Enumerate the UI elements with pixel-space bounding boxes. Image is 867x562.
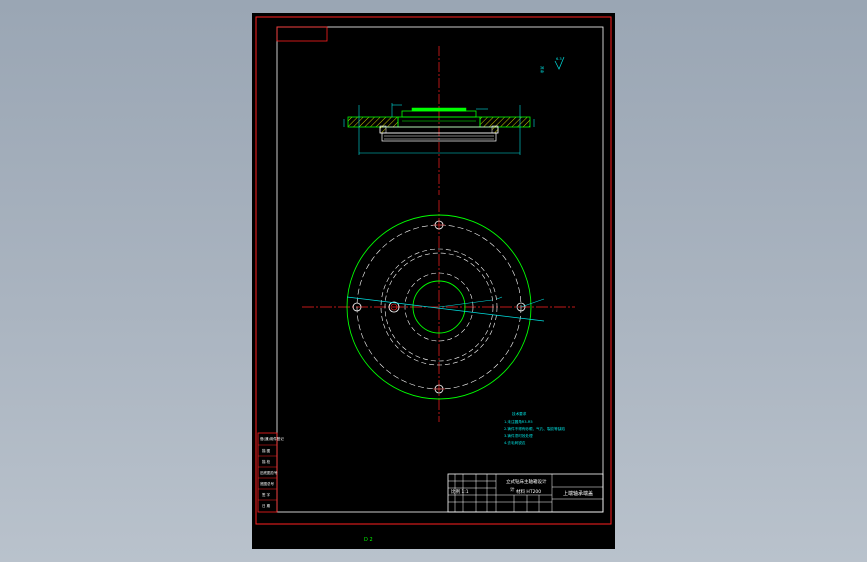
notes-line: 1.未注圆角R3-R5 <box>504 419 533 424</box>
technical-notes: 技术要求 1.未注圆角R3-R5 2.铸件不得有砂眼、气孔、裂纹等缺陷 3.铸件… <box>504 411 565 445</box>
drawing-frame <box>276 26 604 513</box>
cad-drawing: 借(通)用件登记 描 图 描 校 旧底图总号 底图总号 签 字 日 期 其余 6… <box>255 16 612 543</box>
side-stamp-label: 旧底图总号 <box>260 470 278 475</box>
title-block-project: 立式钻床主轴箱设计 <box>506 478 547 485</box>
side-stamp-label: 描 图 <box>262 448 271 453</box>
flange-hatch-right <box>479 116 531 128</box>
notes-heading: 技术要求 <box>512 411 527 416</box>
title-block: 立式钻床主轴箱设计 计 上端轴承端盖 比例 1:1 材料 HT200 <box>447 473 604 513</box>
dimension-leader <box>346 296 545 322</box>
flange-hatch-left <box>347 116 399 128</box>
section-view <box>343 46 535 195</box>
side-stamp-label: 借(通)用件登记 <box>260 436 284 441</box>
view-title: 上端轴承端盖 <box>563 490 593 497</box>
side-stamp: 借(通)用件登记 描 图 描 校 旧底图总号 底图总号 签 字 日 期 <box>257 432 284 513</box>
side-stamp-label: 描 校 <box>262 459 271 464</box>
plan-view <box>302 200 575 422</box>
drawing-code-box <box>276 26 328 42</box>
notes-line: 3.铸件须时效处理 <box>504 433 533 438</box>
surface-roughness-symbol: 其余 6.3 <box>540 56 565 74</box>
sheet-outer-border <box>255 16 612 525</box>
notes-line: 2.铸件不得有砂眼、气孔、裂纹等缺陷 <box>504 426 565 431</box>
surface-mark-a: 其余 <box>540 66 545 74</box>
side-stamp-label: 签 字 <box>262 492 271 497</box>
sheet-label: D 2 <box>364 537 373 543</box>
side-stamp-label: 日 期 <box>262 503 271 508</box>
side-stamp-label: 底图总号 <box>260 481 274 486</box>
title-block-material: 材料 HT200 <box>516 488 541 495</box>
title-block-project-2: 计 <box>510 486 515 493</box>
cad-drawing-viewport[interactable]: 借(通)用件登记 描 图 描 校 旧底图总号 底图总号 签 字 日 期 其余 6… <box>252 13 615 549</box>
notes-line: 4.去毛刺锐边 <box>504 440 526 445</box>
title-block-scale: 比例 1:1 <box>451 488 469 495</box>
surface-mark-b: 6.3 <box>556 57 562 61</box>
